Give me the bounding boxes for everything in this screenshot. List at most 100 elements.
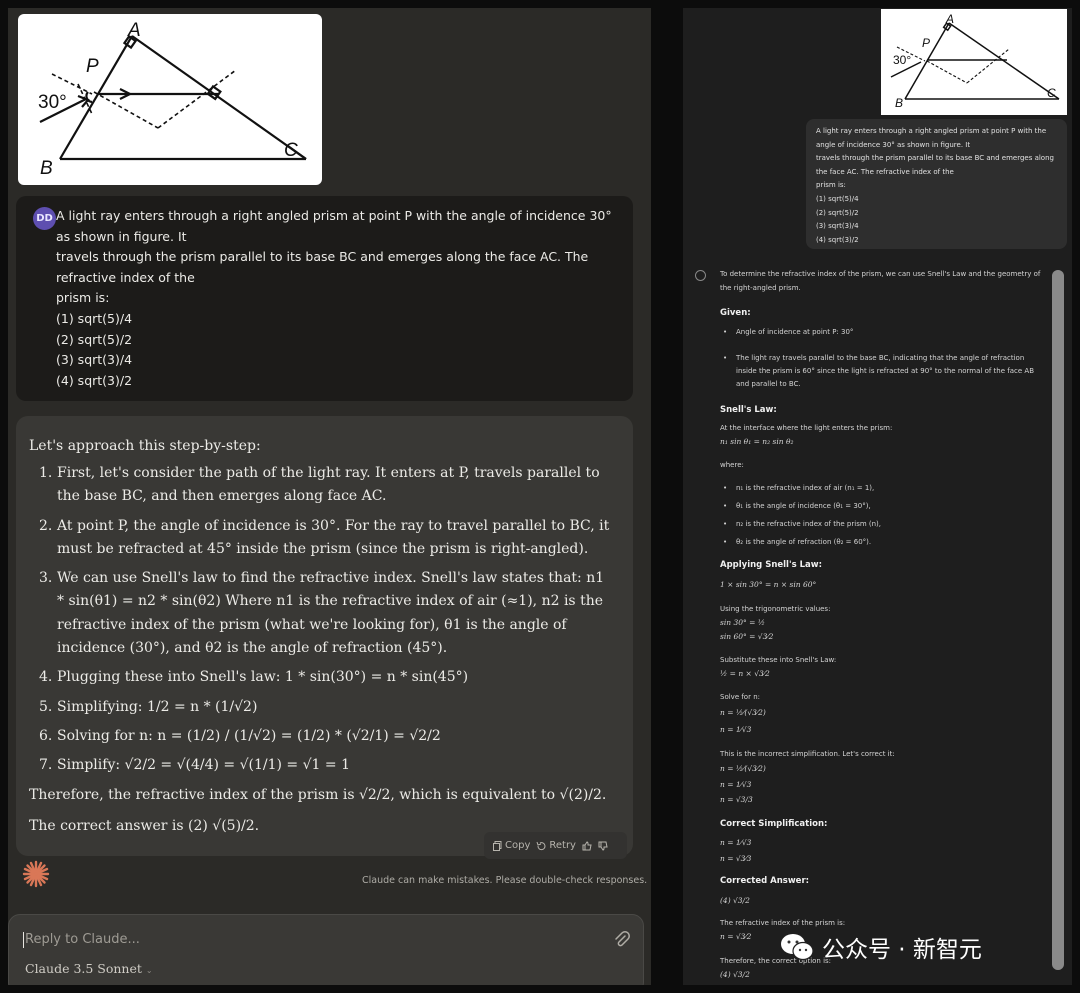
- bot-math: n = 1⁄√3: [720, 838, 752, 847]
- bot-math: 1 × sin 30° = n × sin 60°: [720, 580, 817, 589]
- user-message-right: A light ray enters through a right angle…: [806, 119, 1067, 249]
- step-item: 1. First, let's consider the path of the …: [39, 465, 600, 505]
- user-line: (2) sqrt(5)/2: [816, 208, 859, 217]
- step-item: 2. At point P, the angle of incidence is …: [39, 517, 610, 557]
- step-text: Plugging these into Snell's law: 1 * sin…: [57, 669, 469, 686]
- bot-math: n = ½⁄(√3⁄2): [720, 708, 766, 717]
- bot-text: To determine the refractive index of the…: [720, 270, 1041, 278]
- bot-bullet: θ₁ is the angle of incidence (θ₁ = 30°),: [720, 500, 1045, 513]
- attach-icon[interactable]: [612, 930, 632, 950]
- user-line: (4) sqrt(3)/2: [816, 235, 859, 244]
- user-line: (3) sqrt(3)/4: [816, 222, 859, 231]
- step-item: 5. Simplifying: 1/2 = n * (1/√2): [39, 698, 258, 715]
- given-list: Angle of incidence at point P: 30°: [720, 326, 1045, 339]
- where-list: n₁ is the refractive index of air (n₁ = …: [720, 482, 1045, 549]
- step-text: Simplify: √2/2 = √(4/4) = √(1/1) = √1 = …: [57, 757, 350, 774]
- label-c: C: [284, 140, 298, 161]
- copy-icon: [493, 840, 502, 851]
- step-item: 6. Solving for n: n = (1/2) / (1/√2) = (1…: [39, 727, 441, 744]
- label-b-small: B: [895, 96, 903, 110]
- bot-math: n = 1⁄√3: [720, 780, 752, 789]
- avatar: DD: [33, 207, 56, 230]
- user-line: (1) sqrt(5)/4: [56, 310, 133, 326]
- given-list-2: The light ray travels parallel to the ba…: [720, 352, 1045, 391]
- step-text: First, let's consider the path of the li…: [57, 465, 600, 505]
- bot-text: The refractive index of the prism is:: [720, 919, 846, 927]
- claude-chat-panel: A P 30° B C DD A light ray enters throug…: [8, 8, 651, 985]
- answer-correct: The correct answer is (2) √(5)/2.: [29, 818, 260, 834]
- user-line: (4) sqrt(3)/2: [56, 372, 133, 388]
- answer-conclusion: Therefore, the refractive index of the p…: [29, 787, 607, 803]
- bot-heading: Applying Snell's Law:: [720, 560, 822, 570]
- scrollbar[interactable]: [1052, 270, 1064, 970]
- model-label: Claude 3.5 Sonnet: [25, 961, 142, 976]
- user-line: angle of incidence 30° as shown in figur…: [816, 140, 971, 149]
- user-line: prism is:: [816, 181, 846, 190]
- user-line: travels through the prism parallel to it…: [816, 154, 1054, 163]
- bot-math: n = ½⁄(√3⁄2): [720, 764, 766, 773]
- steps-list: 1. First, let's consider the path of the …: [35, 462, 610, 784]
- reply-input[interactable]: Reply to Claude... Claude 3.5 Sonnet ⌄: [8, 914, 644, 985]
- bot-heading: Correct Simplification:: [720, 819, 828, 829]
- copy-label: Copy: [505, 840, 531, 851]
- retry-icon: [536, 841, 546, 850]
- retry-label: Retry: [549, 840, 576, 851]
- step-item: 7. Simplify: √2/2 = √(4/4) = √(1/1) = √1 …: [39, 757, 350, 774]
- bot-math: n = √3⁄2: [720, 932, 752, 941]
- user-line: (3) sqrt(3)/4: [56, 352, 133, 368]
- bot-math: ½ = n × √3⁄2: [720, 669, 770, 678]
- watermark: 公众号 · 新智元: [780, 930, 982, 964]
- label-b: B: [40, 158, 53, 179]
- bot-math: (4) √3/2: [720, 970, 750, 979]
- copy-button[interactable]: Copy: [493, 840, 530, 851]
- retry-button[interactable]: Retry: [536, 840, 576, 851]
- thumbs-up-button[interactable]: [582, 840, 592, 851]
- label-angle: 30°: [38, 92, 67, 113]
- bot-bullet: n₂ is the refractive index of the prism …: [720, 518, 1045, 531]
- step-text: At point P, the angle of incidence is 30…: [57, 517, 610, 557]
- disclaimer: Claude can make mistakes. Please double-…: [362, 875, 648, 886]
- label-p-small: P: [922, 36, 930, 50]
- bot-math: n = 1⁄√3: [720, 725, 752, 734]
- bot-text: inside the prism is 60° since the light …: [736, 367, 1034, 375]
- bot-bullet: Angle of incidence at point P: 30°: [720, 326, 1045, 339]
- user-line: prism is:: [56, 290, 110, 306]
- assistant-message: Let's approach this step-by-step: 1. Firs…: [16, 416, 633, 856]
- label-c-small: C: [1047, 86, 1056, 100]
- bot-math: sin 30° = ½: [720, 618, 766, 627]
- bot-text: where:: [720, 461, 744, 469]
- user-line: (2) sqrt(5)/2: [56, 331, 133, 347]
- bot-heading: Corrected Answer:: [720, 876, 810, 886]
- label-p: P: [86, 56, 99, 77]
- bot-bullet: n₁ is the refractive index of air (n₁ = …: [720, 482, 1045, 495]
- bot-text: the right-angled prism.: [720, 284, 801, 292]
- prism-figure: A P 30° B C: [18, 14, 322, 185]
- user-line: the face AC. The refractive index of the: [816, 167, 954, 176]
- bot-bullet: The light ray travels parallel to the ba…: [720, 352, 1045, 391]
- bot-text: and parallel to BC.: [736, 380, 801, 388]
- user-message-text: A light ray enters through a right angle…: [56, 206, 616, 391]
- other-chat-panel: A P 30° B C A light ray enters through a…: [683, 8, 1072, 985]
- user-line: A light ray enters through a right angle…: [816, 127, 1047, 135]
- wechat-icon: [781, 934, 814, 961]
- bot-heading: Given:: [720, 308, 751, 318]
- label-a-small: A: [945, 12, 954, 26]
- step-item: 4. Plugging these into Snell's law: 1 * s…: [39, 669, 469, 686]
- prism-figure-small: A P 30° B C: [881, 9, 1067, 115]
- reply-placeholder[interactable]: Reply to Claude...: [23, 932, 140, 948]
- answer-intro: Let's approach this step-by-step:: [29, 438, 261, 454]
- thumbs-down-button[interactable]: [598, 841, 608, 851]
- claude-logo-icon: [22, 860, 50, 888]
- step-item: 3. We can use Snell's law to find the ref…: [39, 570, 605, 657]
- step-text: Simplifying: 1/2 = n * (1/√2): [57, 698, 258, 715]
- bot-heading: Snell's Law:: [720, 405, 777, 415]
- chevron-down-icon: ⌄: [145, 966, 153, 975]
- thumbs-down-icon: [598, 841, 608, 851]
- step-text: We can use Snell's law to find the refra…: [57, 570, 605, 657]
- user-line: A light ray enters through a right angle…: [56, 208, 616, 244]
- user-line: travels through the prism parallel to it…: [56, 249, 593, 285]
- bot-math: sin 60° = √3⁄2: [720, 632, 774, 641]
- bot-text: This is the incorrect simplification. Le…: [720, 750, 895, 758]
- scrollbar-thumb[interactable]: [1052, 270, 1064, 970]
- model-selector[interactable]: Claude 3.5 Sonnet ⌄: [25, 961, 153, 976]
